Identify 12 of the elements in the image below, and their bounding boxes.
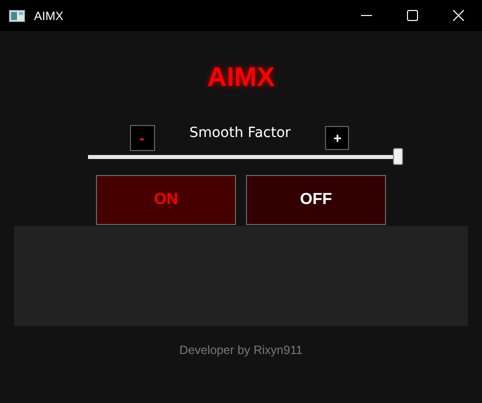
smooth-factor-label: Smooth Factor <box>189 125 291 141</box>
toggle-button[interactable]: OFF <box>246 175 386 225</box>
app-heading: AIMX <box>207 61 275 93</box>
increase-button[interactable]: + <box>325 126 350 150</box>
slider-thumb[interactable] <box>392 148 402 165</box>
decrease-button[interactable]: - <box>130 125 154 151</box>
developer-credit: Developer by Rixyn911 <box>179 343 303 357</box>
toggle-button[interactable]: ON <box>96 175 236 225</box>
app-icon <box>9 10 25 22</box>
window-title: AIMX <box>34 8 64 22</box>
maximize-icon[interactable] <box>407 10 418 21</box>
close-icon[interactable] <box>453 10 464 21</box>
